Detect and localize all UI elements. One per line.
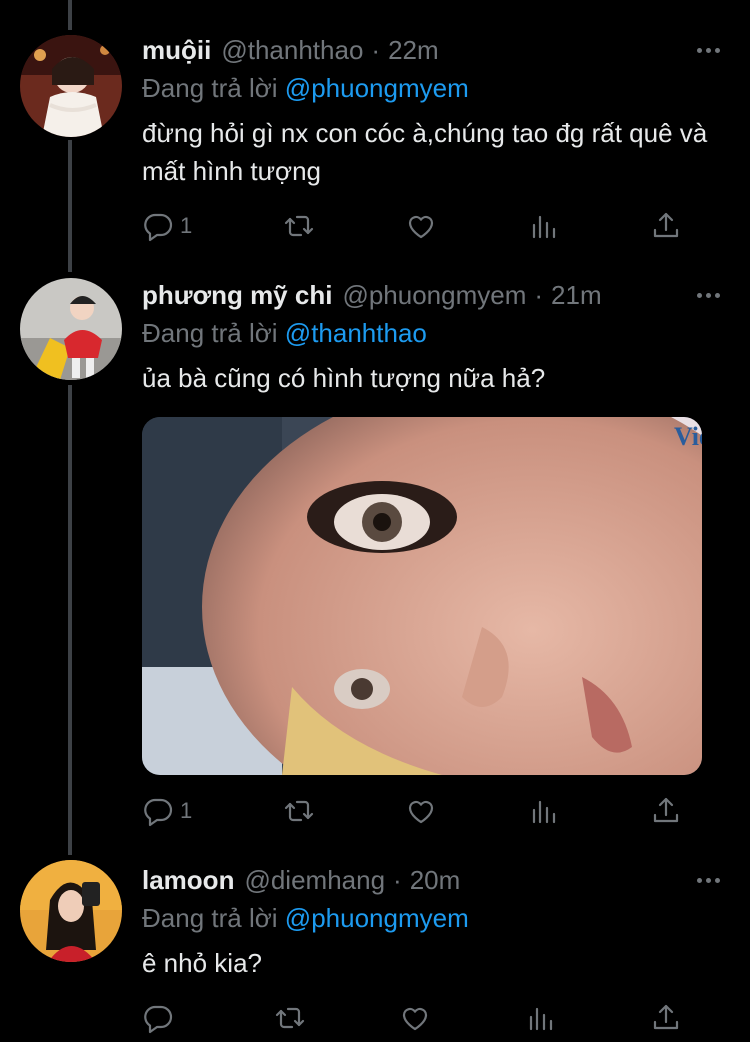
media-watermark: Vie	[674, 422, 702, 451]
share-icon	[653, 1004, 679, 1030]
reply-button[interactable]	[142, 1002, 180, 1034]
share-button[interactable]	[650, 1002, 682, 1034]
separator-dot: ·	[393, 864, 402, 895]
like-icon	[402, 1007, 428, 1031]
reply-icon	[144, 1005, 173, 1034]
username[interactable]: @thanhthao	[221, 35, 363, 66]
timestamp[interactable]: 20m	[410, 865, 461, 896]
views-button[interactable]	[528, 210, 560, 242]
share-button[interactable]	[650, 795, 682, 827]
thread-line	[68, 385, 72, 855]
tweet-text: ê nhỏ kia?	[142, 948, 262, 978]
reply-icon	[144, 213, 173, 242]
avatar[interactable]	[20, 860, 122, 962]
reply-prefix: Đang trả lời	[142, 318, 278, 348]
share-icon	[653, 212, 679, 238]
views-button[interactable]	[525, 1002, 557, 1034]
timestamp[interactable]: 21m	[551, 280, 602, 311]
reply-count: 1	[180, 798, 193, 823]
action-bar: 1	[142, 206, 682, 246]
reply-button[interactable]: 1	[142, 795, 192, 827]
reply-context: Đang trả lời @phuongmyem	[142, 70, 730, 106]
retweet-icon	[284, 800, 313, 822]
reply-count: 1	[180, 213, 193, 238]
reply-context: Đang trả lời @phuongmyem	[142, 900, 730, 936]
like-button[interactable]	[399, 1002, 431, 1034]
display-name[interactable]: phương mỹ chi	[142, 280, 332, 311]
mention-link[interactable]: @phuongmyem	[285, 73, 469, 103]
views-icon	[532, 800, 555, 824]
action-bar	[142, 998, 682, 1038]
mention-link[interactable]: @phuongmyem	[285, 903, 469, 933]
reply-context: Đang trả lời @thanhthao	[142, 315, 730, 351]
thread-line	[68, 0, 72, 30]
tweet-media-image[interactable]: Vie	[142, 417, 702, 775]
tweet-text: ủa bà cũng có hình tượng nữa hả?	[142, 363, 546, 393]
retweet-button[interactable]	[283, 795, 315, 827]
reply-icon	[144, 798, 173, 827]
avatar[interactable]	[20, 35, 122, 137]
username[interactable]: @diemhang	[244, 865, 385, 896]
reply-prefix: Đang trả lời	[142, 73, 278, 103]
reply-prefix: Đang trả lời	[142, 903, 278, 933]
share-button[interactable]	[650, 210, 682, 242]
more-icon[interactable]	[690, 32, 726, 68]
like-button[interactable]	[405, 210, 437, 242]
views-icon	[532, 215, 555, 239]
retweet-button[interactable]	[274, 1002, 306, 1034]
views-button[interactable]	[528, 795, 560, 827]
share-icon	[653, 797, 679, 823]
username[interactable]: @phuongmyem	[342, 280, 526, 311]
tweet-text: đừng hỏi gì nx con cóc à,chúng tao đg rấ…	[142, 118, 708, 186]
reply-button[interactable]: 1	[142, 210, 192, 242]
more-icon[interactable]	[690, 277, 726, 313]
retweet-icon	[284, 215, 313, 237]
retweet-button[interactable]	[283, 210, 315, 242]
like-icon	[409, 800, 434, 824]
display-name[interactable]: muộii	[142, 35, 211, 66]
thread-line	[68, 140, 72, 272]
timestamp[interactable]: 22m	[388, 35, 439, 66]
retweet-icon	[275, 1007, 304, 1029]
separator-dot: ·	[371, 34, 381, 65]
avatar[interactable]	[20, 278, 122, 380]
mention-link[interactable]: @thanhthao	[285, 318, 427, 348]
like-button[interactable]	[405, 795, 437, 827]
more-icon[interactable]	[690, 862, 726, 898]
views-icon	[529, 1007, 552, 1031]
like-icon	[409, 215, 434, 239]
display-name[interactable]: lamoon	[142, 865, 234, 896]
separator-dot: ·	[534, 279, 544, 310]
action-bar: 1	[142, 791, 682, 831]
